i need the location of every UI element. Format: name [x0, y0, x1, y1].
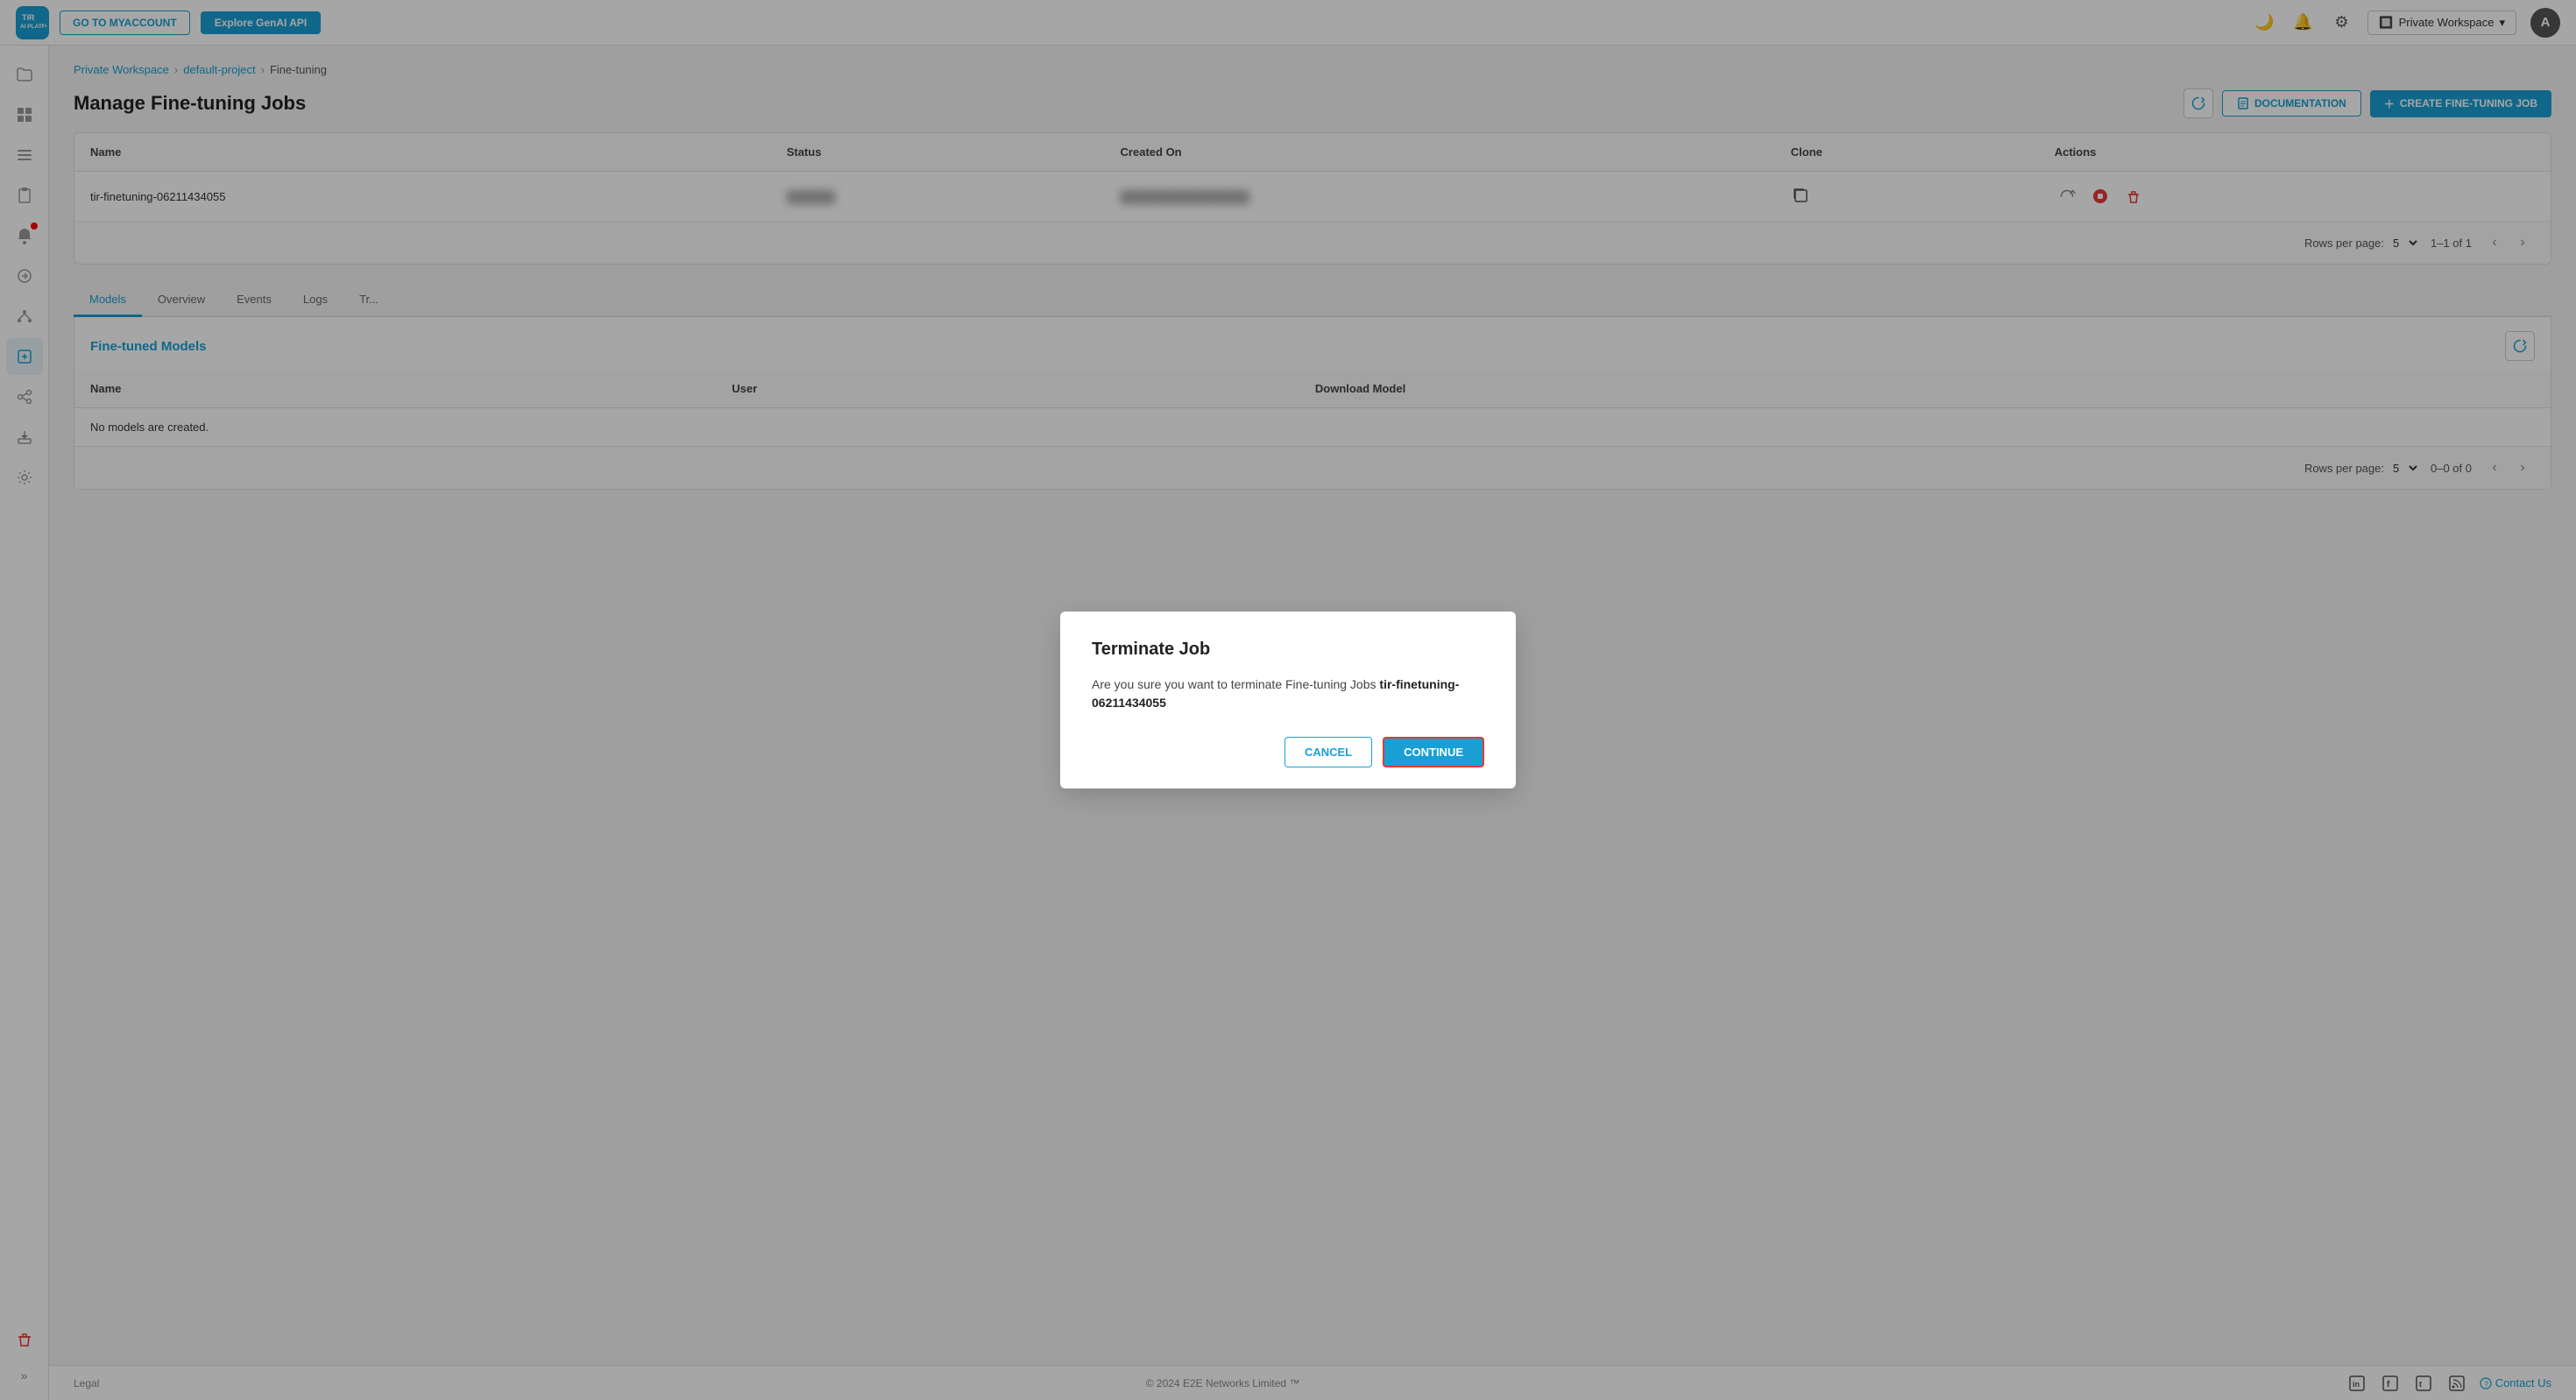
cancel-button[interactable]: CANCEL — [1284, 737, 1372, 767]
modal-overlay[interactable]: Terminate Job Are you sure you want to t… — [0, 0, 2576, 1400]
dialog-body: Are you sure you want to terminate Fine-… — [1092, 675, 1484, 712]
terminate-dialog: Terminate Job Are you sure you want to t… — [1060, 612, 1516, 788]
dialog-actions: CANCEL CONTINUE — [1092, 737, 1484, 767]
continue-button[interactable]: CONTINUE — [1383, 737, 1484, 767]
dialog-body-prefix: Are you sure you want to terminate Fine-… — [1092, 677, 1379, 691]
dialog-title: Terminate Job — [1092, 640, 1484, 660]
